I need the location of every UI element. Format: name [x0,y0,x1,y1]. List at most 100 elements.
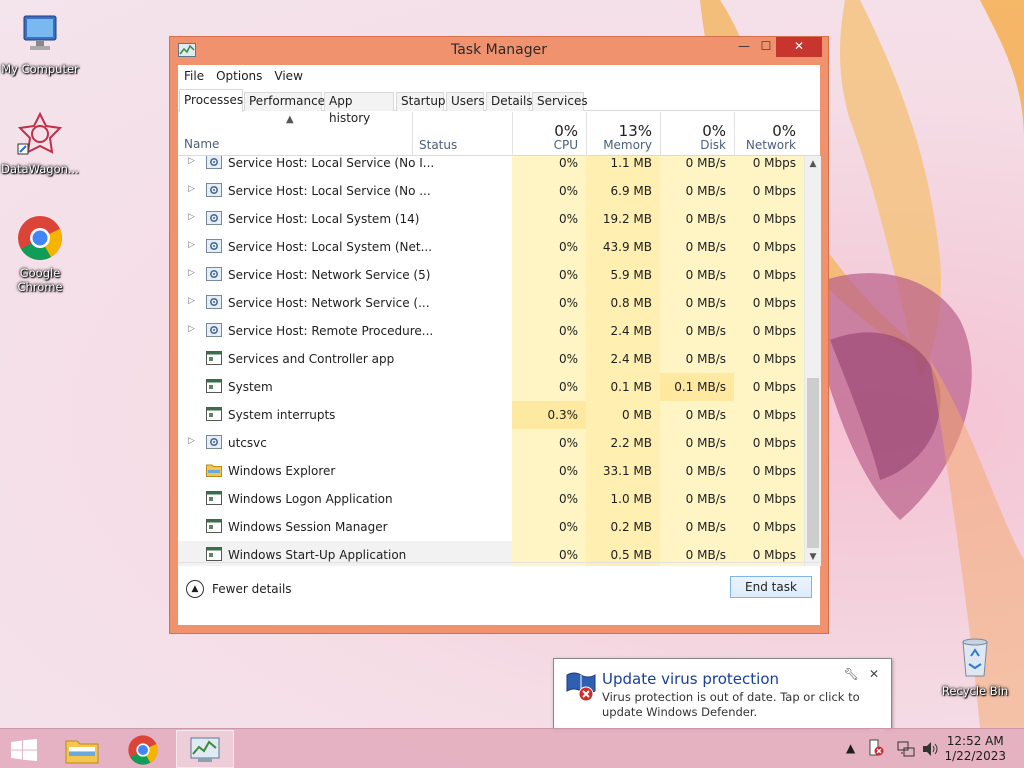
process-cpu: 0.3% [512,401,586,429]
vertical-scrollbar[interactable]: ▲ ▼ [804,156,821,566]
process-disk: 0 MB/s [660,513,734,541]
desktop-icon-google-chrome[interactable]: Google Chrome [0,214,80,294]
expand-chevron-icon[interactable]: ▷ [188,156,195,166]
close-button[interactable]: ✕ [776,37,822,57]
defender-notification[interactable]: Update virus protection Virus protection… [553,658,892,739]
desktop-icon-datawagon[interactable]: DataWagon... [0,110,80,176]
column-network[interactable]: 0% Network [734,112,804,156]
expand-chevron-icon[interactable]: ▷ [188,296,195,306]
process-network: 0 Mbps [734,177,804,205]
start-button[interactable] [0,730,48,768]
table-row[interactable]: ▷ Service Host: Network Service (5) 0% 5.9 … [178,261,804,289]
table-row[interactable]: Windows Session Manager 0% 0.2 MB 0 MB/s 0 M… [178,513,804,541]
desktop-icon-label: My Computer [1,62,79,76]
table-row[interactable]: Windows Logon Application 0% 1.0 MB 0 MB/s 0… [178,485,804,513]
expand-chevron-icon[interactable]: ▷ [188,436,195,446]
desktop-icon-label: Recycle Bin [941,684,1009,698]
desktop-icon-recycle-bin[interactable]: Recycle Bin [935,632,1015,698]
notification-body: Virus protection is out of date. Tap or … [602,690,860,719]
table-row[interactable]: ▷ Service Host: Local Service (No ... 0% 6.… [178,177,804,205]
cpu-label: CPU [553,138,578,152]
clock-date: 1/22/2023 [944,749,1006,763]
scroll-thumb[interactable] [807,378,819,548]
gear-icon [206,323,222,337]
taskbar-task-manager[interactable] [176,730,234,768]
process-memory: 5.9 MB [586,261,660,289]
tab-processes[interactable]: Processes [179,89,243,112]
datawagon-icon [16,110,64,158]
table-row[interactable]: ▷ Service Host: Local Service (No I... 0% 1… [178,156,804,177]
show-hidden-icons[interactable]: ▲ [846,741,855,768]
expand-chevron-icon[interactable]: ▷ [188,240,195,250]
table-row[interactable]: ▷ utcsvc 0% 2.2 MB 0 MB/s 0 Mbps [178,429,804,457]
column-memory[interactable]: 13% Memory [586,112,660,156]
desktop-icon-my-computer[interactable]: My Computer [0,10,80,76]
column-cpu[interactable]: 0% CPU [512,112,586,156]
process-disk: 0 MB/s [660,205,734,233]
end-task-button[interactable]: End task [730,576,812,598]
network-label: Network [745,138,796,152]
gear-icon [206,156,222,169]
process-name: Windows Logon Application [228,492,393,506]
table-row[interactable]: System interrupts 0.3% 0 MB 0 MB/s 0 Mbps [178,401,804,429]
process-disk: 0.1 MB/s [660,373,734,401]
window-content: File Options View Processes Performance … [178,65,821,625]
chrome-icon [16,214,64,262]
table-row[interactable]: System 0% 0.1 MB 0.1 MB/s 0 Mbps [178,373,804,401]
tab-services[interactable]: Services [532,92,588,111]
process-cpu: 0% [512,345,586,373]
table-row[interactable]: ▷ Service Host: Remote Procedure... 0% 2.4 … [178,317,804,345]
column-name[interactable]: Name [184,137,219,151]
menu-options[interactable]: Options [216,69,270,83]
fewer-details-label: Fewer details [212,582,292,596]
table-row[interactable]: Services and Controller app 0% 2.4 MB 0 MB/… [178,345,804,373]
table-row[interactable]: Windows Explorer 0% 33.1 MB 0 MB/s 0 Mbps [178,457,804,485]
table-row[interactable]: ▷ Service Host: Network Service (... 0% 0.8… [178,289,804,317]
expand-chevron-icon[interactable]: ▷ [188,184,195,194]
tab-startup[interactable]: Startup [396,92,446,111]
scroll-up-icon[interactable]: ▲ [805,156,821,173]
sort-caret-icon: ▲ [286,114,294,125]
title-bar[interactable]: Task Manager — ☐ ✕ [170,37,828,65]
table-row[interactable]: ▷ Service Host: Local System (14) 0% 19.2 M… [178,205,804,233]
expand-chevron-icon[interactable]: ▷ [188,212,195,222]
fewer-details-button[interactable]: ▲ Fewer details [186,580,292,598]
maximize-button[interactable]: ☐ [756,37,776,57]
tab-details[interactable]: Details [486,92,533,111]
taskbar-file-explorer[interactable] [53,730,111,768]
process-network: 0 Mbps [734,513,804,541]
volume-icon[interactable] [921,740,939,768]
process-memory: 2.4 MB [586,345,660,373]
menu-file[interactable]: File [184,69,212,83]
taskbar: ▲ 12:52 AM 1/22/2023 [0,728,1024,768]
tab-performance[interactable]: Performance [244,92,325,111]
menu-view[interactable]: View [274,69,310,83]
expand-chevron-icon[interactable]: ▷ [188,324,195,334]
app-window-icon [206,407,222,421]
process-name: Service Host: Local Service (No ... [228,184,431,198]
process-memory: 1.0 MB [586,485,660,513]
action-center-warning-icon[interactable] [868,739,884,768]
table-row[interactable]: ▷ Service Host: Local System (Net... 0% 43.… [178,233,804,261]
gear-icon [206,267,222,281]
expand-chevron-icon[interactable]: ▷ [188,268,195,278]
tab-app-history[interactable]: App history [324,92,394,125]
column-disk[interactable]: 0% Disk [660,112,734,156]
column-status[interactable]: Status [419,138,457,152]
tab-users[interactable]: Users [446,92,485,111]
desktop-icon-label: Google Chrome [17,266,63,294]
process-memory: 0.8 MB [586,289,660,317]
minimize-button[interactable]: — [730,37,758,57]
close-icon[interactable]: ✕ [869,667,879,681]
process-cpu: 0% [512,485,586,513]
process-memory: 0.2 MB [586,513,660,541]
app-window-icon [206,379,222,393]
gear-icon [206,435,222,449]
process-disk: 0 MB/s [660,177,734,205]
network-icon[interactable] [897,740,915,768]
app-window-icon [206,519,222,533]
taskbar-chrome[interactable] [114,730,172,768]
wrench-icon[interactable]: 🔧︎ [844,667,859,681]
process-cpu: 0% [512,373,586,401]
system-clock[interactable]: 12:52 AM 1/22/2023 [944,734,1006,764]
